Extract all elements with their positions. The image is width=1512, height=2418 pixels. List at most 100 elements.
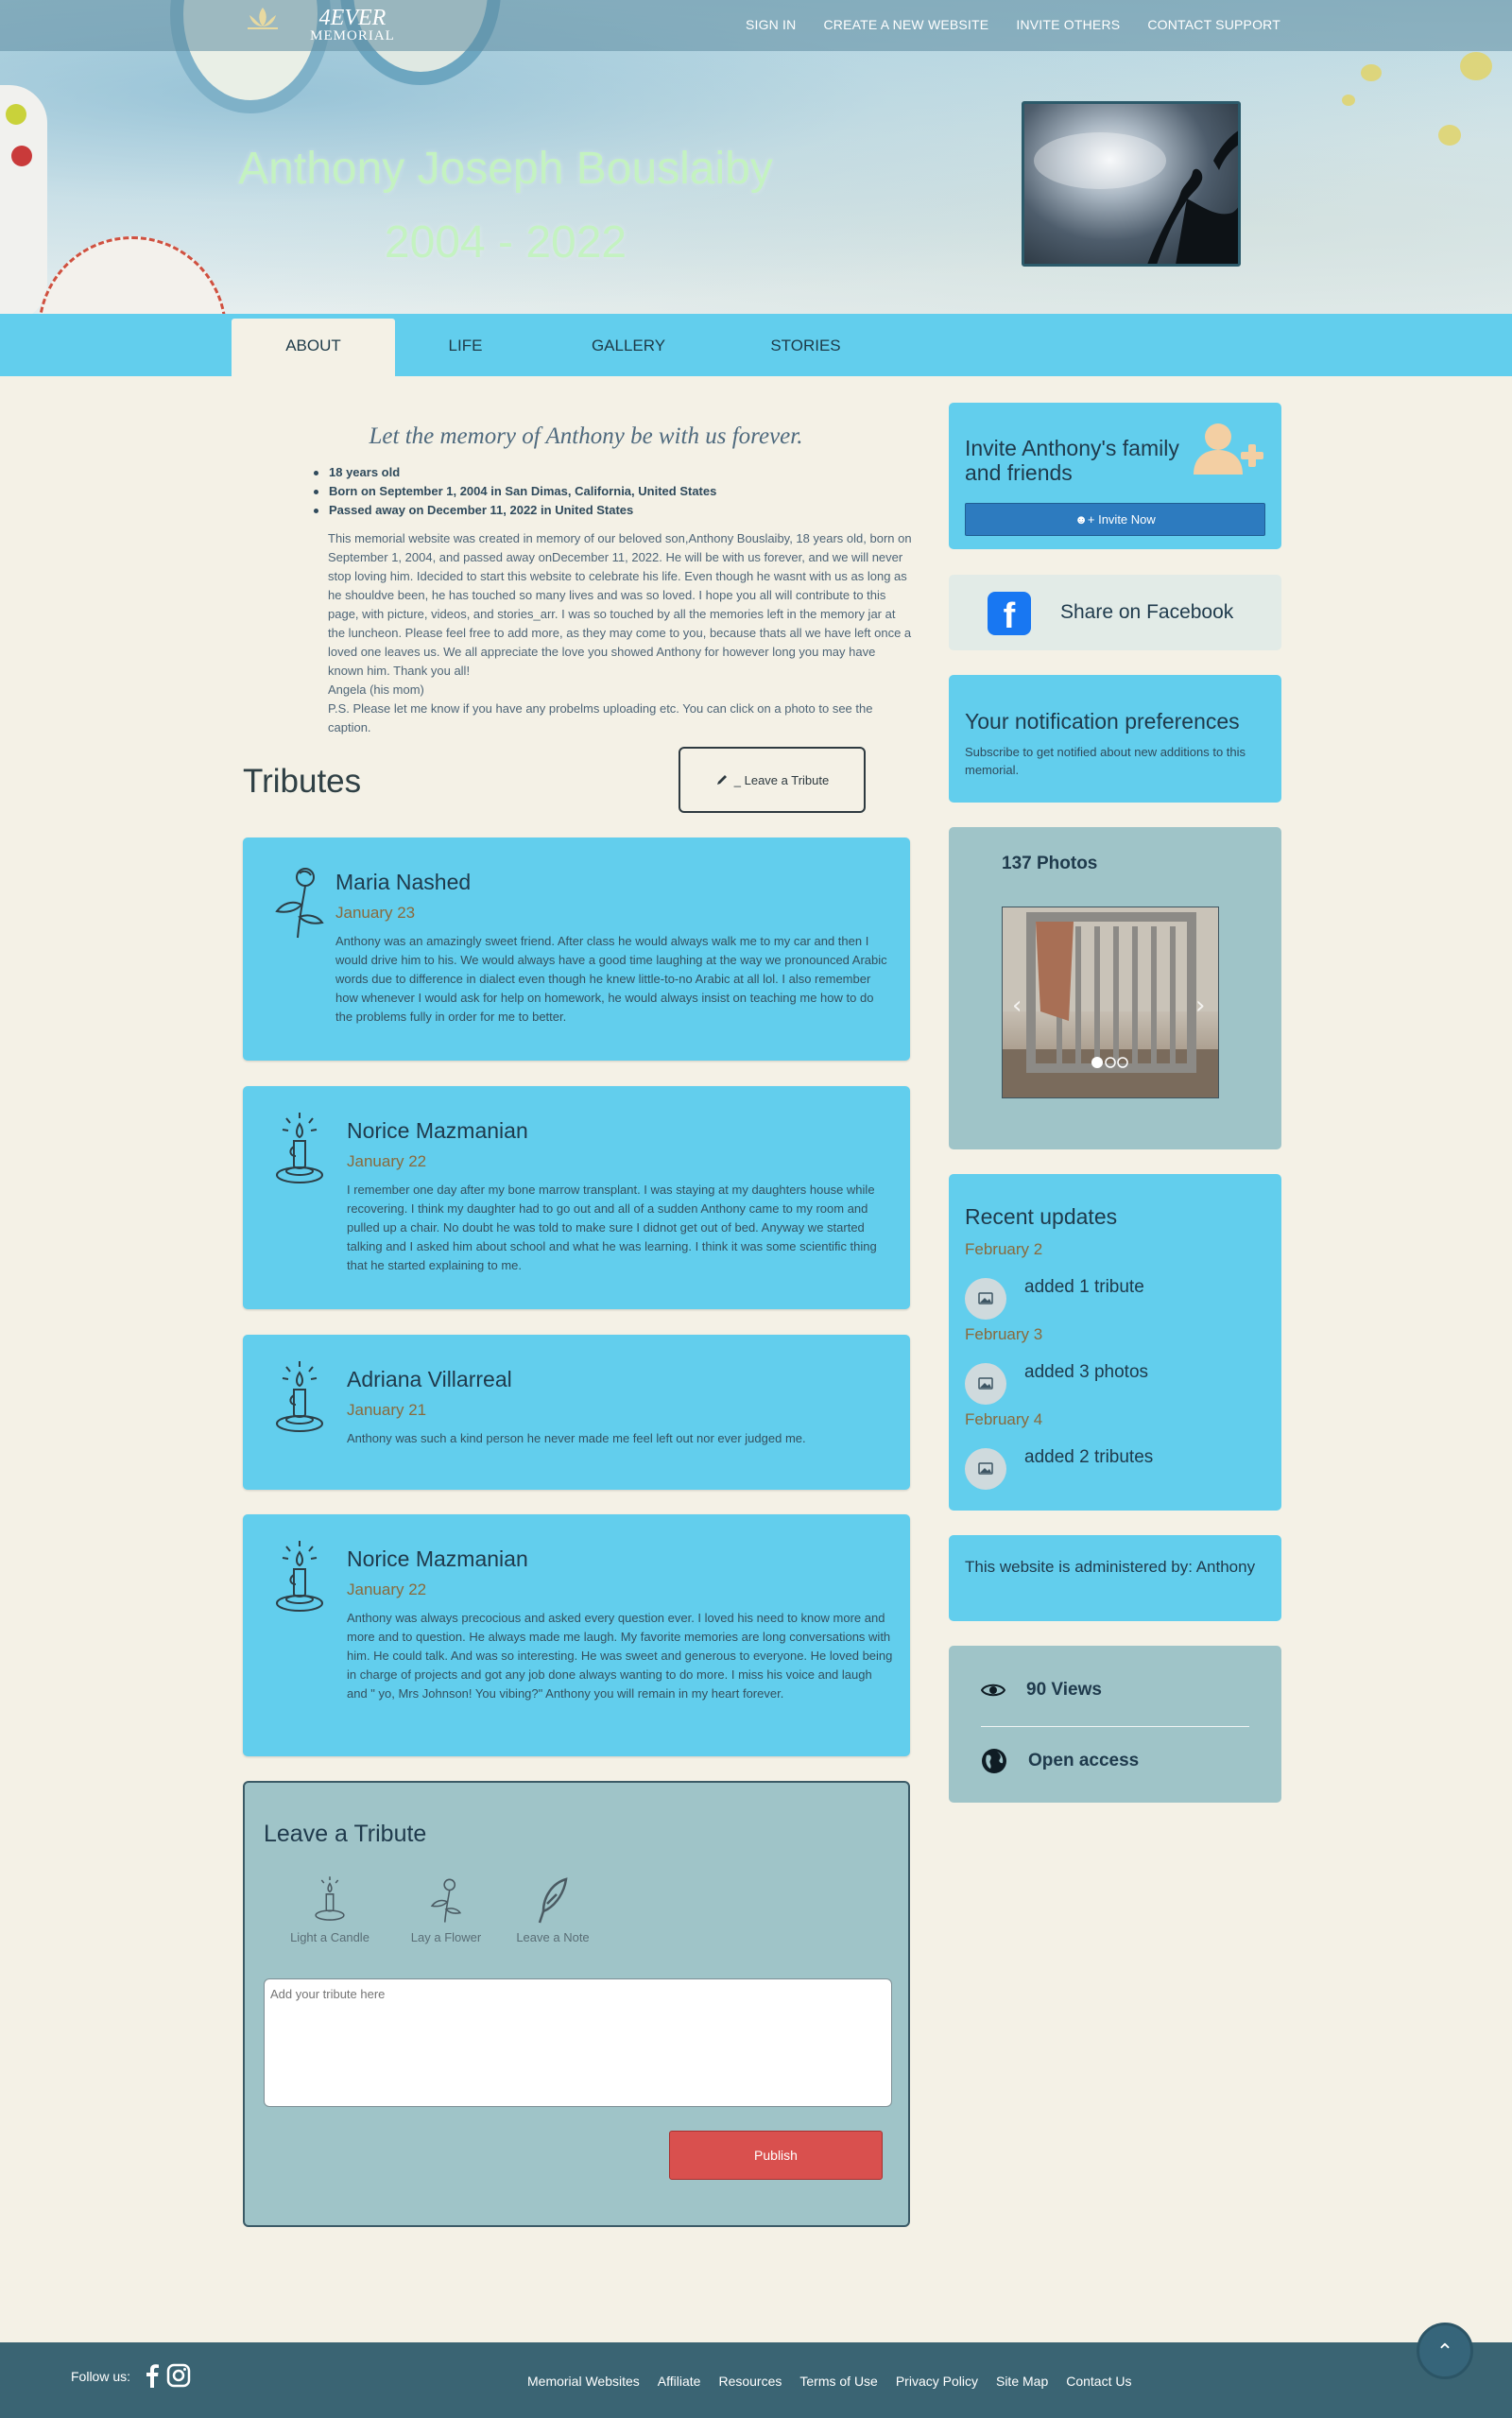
image-icon xyxy=(965,1278,1006,1320)
admin-text: This website is administered by: Anthony xyxy=(965,1558,1256,1576)
fact-age: 18 years old xyxy=(312,463,716,482)
contact-support-link[interactable]: CONTACT SUPPORT xyxy=(1147,17,1280,32)
profile-photo[interactable] xyxy=(1022,101,1241,267)
site-logo[interactable]: 4EVER MEMORIAL xyxy=(301,6,404,43)
footer-link-resources[interactable]: Resources xyxy=(718,2374,782,2389)
tab-stories[interactable]: STORIES xyxy=(747,319,865,376)
leave-note-option[interactable]: Leave a Note xyxy=(507,1875,598,1944)
facebook-share-label: Share on Facebook xyxy=(1060,601,1234,623)
invite-now-button[interactable]: ☻+ Invite Now xyxy=(965,503,1265,536)
image-icon xyxy=(965,1363,1006,1405)
bio-postscript: P.S. Please let me know if you have any … xyxy=(328,701,873,734)
logo-text: 4EVER xyxy=(318,6,387,30)
leave-tribute-button[interactable]: _ Leave a Tribute xyxy=(679,747,866,813)
tributes-heading: Tributes xyxy=(243,763,362,800)
notification-panel[interactable]: Your notification preferences Subscribe … xyxy=(949,675,1281,803)
memorial-tabs: ABOUT LIFE GALLERY STORIES xyxy=(0,314,1512,376)
stats-panel: 90 Views Open access xyxy=(949,1646,1281,1803)
hero-banner: 4EVER MEMORIAL SIGN IN CREATE A NEW WEBS… xyxy=(0,0,1512,314)
tribute-text: Anthony was always precocious and asked … xyxy=(347,1611,893,1701)
photos-count: 137 Photos xyxy=(1002,854,1098,873)
tribute-card: Norice Mazmanian January 22 Anthony was … xyxy=(243,1514,910,1756)
footer-link-memorial-websites[interactable]: Memorial Websites xyxy=(527,2374,640,2389)
flower-icon xyxy=(275,868,324,939)
stats-divider xyxy=(981,1726,1249,1727)
access-level: Open access xyxy=(1028,1751,1140,1770)
update-date: February 2 xyxy=(965,1240,1043,1258)
feather-icon xyxy=(538,1877,568,1924)
tribute-date: January 22 xyxy=(347,1580,427,1598)
memorial-motto: Let the memory of Anthony be with us for… xyxy=(369,423,803,449)
facebook-icon: f xyxy=(988,592,1031,636)
tribute-author: Adriana Villarreal xyxy=(347,1367,512,1391)
fact-birth: Born on September 1, 2004 in San Dimas, … xyxy=(312,482,716,501)
candle-icon xyxy=(315,1876,345,1921)
carousel-dot[interactable] xyxy=(1091,1057,1103,1068)
tribute-text: Anthony was such a kind person he never … xyxy=(347,1431,806,1445)
site-footer: Follow us: Memorial Websites Affiliate R… xyxy=(0,2342,1512,2418)
invite-others-link[interactable]: INVITE OTHERS xyxy=(1016,17,1120,32)
memorial-title: Anthony Joseph Bouslaiby 2004 - 2022 xyxy=(203,132,808,280)
footer-link-contact[interactable]: Contact Us xyxy=(1066,2374,1131,2389)
tribute-card: Adriana Villarreal January 21 Anthony wa… xyxy=(243,1335,910,1490)
leave-note-label: Leave a Note xyxy=(516,1930,590,1944)
update-text[interactable]: added 2 tributes xyxy=(1024,1447,1153,1468)
flower-icon xyxy=(430,1878,462,1923)
facebook-icon[interactable] xyxy=(146,2363,159,2388)
updates-heading: Recent updates xyxy=(965,1204,1118,1229)
photos-panel: 137 Photos ‹ › xyxy=(949,827,1281,1149)
logo-subtext: MEMORIAL xyxy=(310,28,395,43)
tab-about[interactable]: ABOUT xyxy=(232,319,395,376)
image-icon xyxy=(965,1448,1006,1490)
admin-panel: This website is administered by: Anthony xyxy=(949,1535,1281,1621)
facebook-share-panel[interactable]: f Share on Facebook xyxy=(949,575,1281,650)
bio-text: This memorial website was created in mem… xyxy=(328,531,912,678)
recent-updates-panel: Recent updates February 2 added 1 tribut… xyxy=(949,1174,1281,1511)
publish-button[interactable]: Publish xyxy=(669,2131,883,2180)
create-website-link[interactable]: CREATE A NEW WEBSITE xyxy=(823,17,988,32)
bio-signature: Angela (his mom) xyxy=(328,682,424,697)
chevron-left-icon[interactable]: ‹ xyxy=(1012,992,1022,1020)
light-candle-option[interactable]: Light a Candle xyxy=(284,1875,375,1944)
silhouette-photo-image xyxy=(1034,130,1238,264)
eye-icon xyxy=(981,1684,1005,1697)
add-user-icon xyxy=(1194,423,1263,475)
light-candle-label: Light a Candle xyxy=(290,1930,369,1944)
top-nav-links: SIGN IN CREATE A NEW WEBSITE INVITE OTHE… xyxy=(746,17,1280,32)
tribute-author: Norice Mazmanian xyxy=(347,1546,528,1571)
invite-now-label: Invite Now xyxy=(1098,512,1156,527)
photo-carousel[interactable]: ‹ › xyxy=(1002,907,1219,1098)
sign-in-link[interactable]: SIGN IN xyxy=(746,17,797,32)
tab-gallery[interactable]: GALLERY xyxy=(567,319,690,376)
footer-link-privacy[interactable]: Privacy Policy xyxy=(896,2374,978,2389)
footer-link-affiliate[interactable]: Affiliate xyxy=(658,2374,701,2389)
tab-life[interactable]: LIFE xyxy=(406,319,524,376)
update-text[interactable]: added 3 photos xyxy=(1024,1362,1148,1383)
leave-tribute-form: Leave a Tribute Light a Candle Lay a Flo… xyxy=(243,1781,910,2227)
tribute-textarea[interactable] xyxy=(264,1978,892,2107)
tribute-author: Norice Mazmanian xyxy=(347,1118,528,1143)
candle-icon xyxy=(276,1541,323,1612)
tribute-card: Maria Nashed January 23 Anthony was an a… xyxy=(243,838,910,1061)
user-plus-icon: ☻+ xyxy=(1074,512,1095,527)
views-count: 90 Views xyxy=(1026,1680,1102,1700)
footer-link-terms[interactable]: Terms of Use xyxy=(799,2374,877,2389)
instagram-icon[interactable] xyxy=(166,2363,191,2388)
tribute-text: Anthony was an amazingly sweet friend. A… xyxy=(335,934,887,1024)
scroll-to-top-button[interactable]: ⌃ xyxy=(1417,2323,1473,2379)
footer-link-sitemap[interactable]: Site Map xyxy=(996,2374,1048,2389)
compose-heading: Leave a Tribute xyxy=(264,1821,427,1847)
views-stat: 90 Views xyxy=(981,1680,1102,1701)
globe-icon xyxy=(982,1749,1006,1773)
candle-icon xyxy=(276,1361,323,1432)
tribute-text: I remember one day after my bone marrow … xyxy=(347,1183,877,1272)
lay-flower-option[interactable]: Lay a Flower xyxy=(404,1875,489,1944)
update-text[interactable]: added 1 tribute xyxy=(1024,1277,1144,1298)
leave-tribute-label: _ Leave a Tribute xyxy=(733,772,830,787)
pencil-icon xyxy=(716,775,727,785)
update-date: February 3 xyxy=(965,1325,1043,1343)
chevron-right-icon[interactable]: › xyxy=(1195,992,1205,1020)
notification-text: Subscribe to get notified about new addi… xyxy=(965,745,1246,777)
notification-heading: Your notification preferences xyxy=(965,709,1240,734)
access-stat: Open access xyxy=(981,1748,1139,1774)
